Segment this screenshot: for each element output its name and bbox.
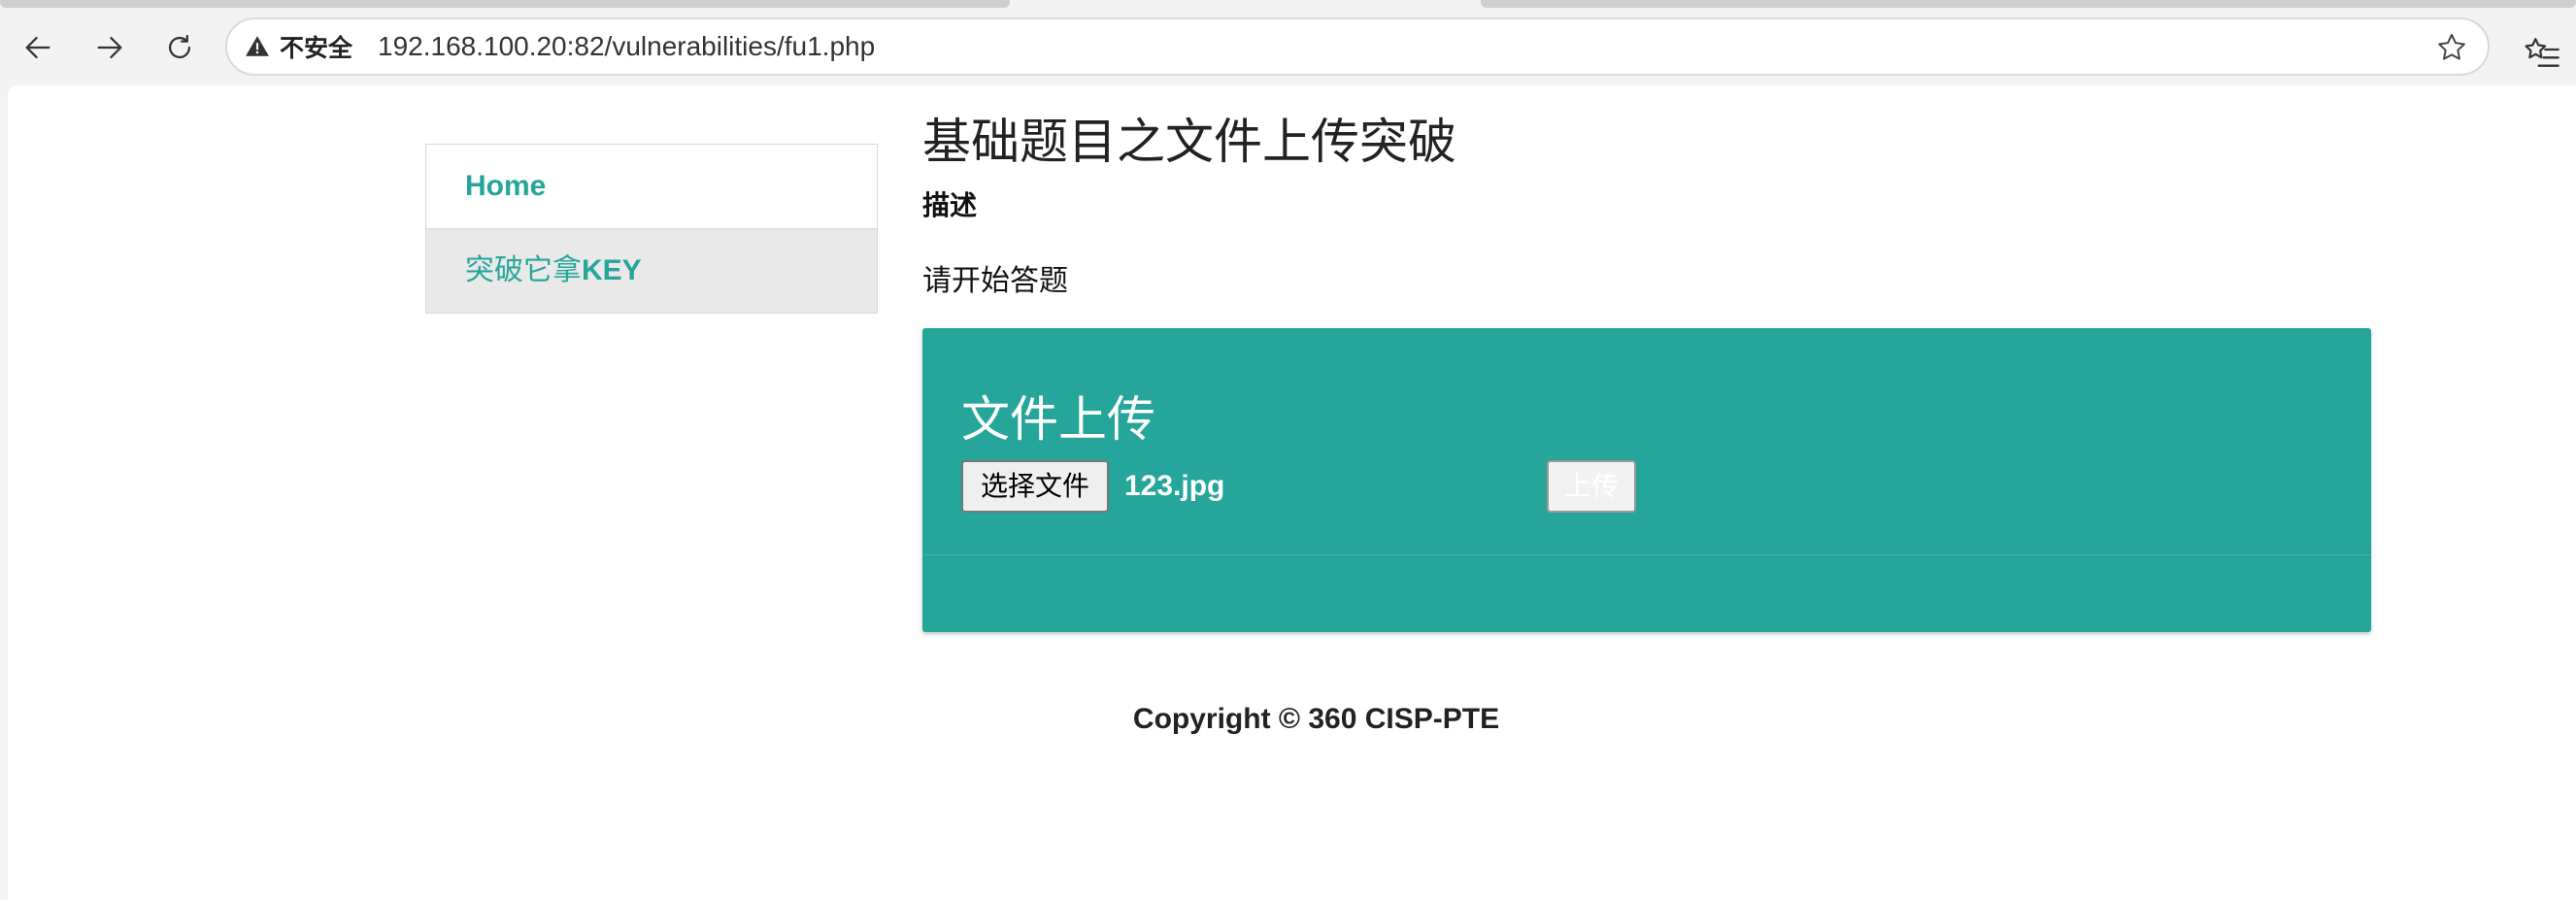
star-icon[interactable]	[2435, 31, 2468, 64]
sidebar-item-break-key-suffix: KEY	[582, 254, 642, 286]
upload-card-title: 文件上传	[961, 392, 1155, 447]
sidebar-nav: Home 突破它拿KEY	[425, 144, 878, 314]
footer-copyright: Copyright © 360 CISP-PTE	[1132, 703, 1500, 735]
back-button[interactable]	[17, 27, 58, 68]
warning-icon	[246, 36, 269, 56]
url-text[interactable]: 192.168.100.20:82/vulnerabilities/fu1.ph…	[378, 19, 875, 74]
upload-card: 文件上传 选择文件 123.jpg 上传	[922, 328, 2371, 632]
favorites-list-icon[interactable]	[2523, 35, 2561, 74]
description-heading: 描述	[922, 190, 978, 220]
sidebar-item-break-key[interactable]: 突破它拿KEY	[426, 228, 877, 313]
page-title: 基础题目之文件上传突破	[922, 115, 1456, 169]
security-label: 不安全	[280, 35, 353, 62]
tab-background-right[interactable]	[1481, 0, 2576, 8]
browser-toolbar: 不安全 192.168.100.20:82/vulnerabilities/fu…	[0, 10, 2576, 85]
forward-icon	[97, 36, 122, 59]
selected-file-name: 123.jpg	[1124, 470, 1225, 502]
page-viewport: Home 突破它拿KEY 基础题目之文件上传突破 描述 请开始答题 文件上传 选…	[8, 85, 2576, 900]
site-security-indicator[interactable]: 不安全	[245, 19, 352, 74]
reload-button[interactable]	[159, 27, 200, 68]
choose-file-button[interactable]: 选择文件	[961, 460, 1109, 513]
upload-button[interactable]: 上传	[1547, 460, 1636, 513]
description-text: 请开始答题	[922, 265, 1068, 297]
address-bar[interactable]: 不安全 192.168.100.20:82/vulnerabilities/fu…	[225, 17, 2490, 76]
tab-strip	[0, 0, 2576, 10]
reload-icon	[168, 34, 191, 59]
back-icon	[25, 36, 50, 59]
sidebar-item-home[interactable]: Home	[426, 145, 877, 228]
forward-button[interactable]	[89, 27, 130, 68]
sidebar-item-break-key-prefix: 突破它拿	[465, 254, 582, 286]
card-divider	[922, 554, 2371, 555]
tab-background-left[interactable]	[0, 0, 1010, 8]
